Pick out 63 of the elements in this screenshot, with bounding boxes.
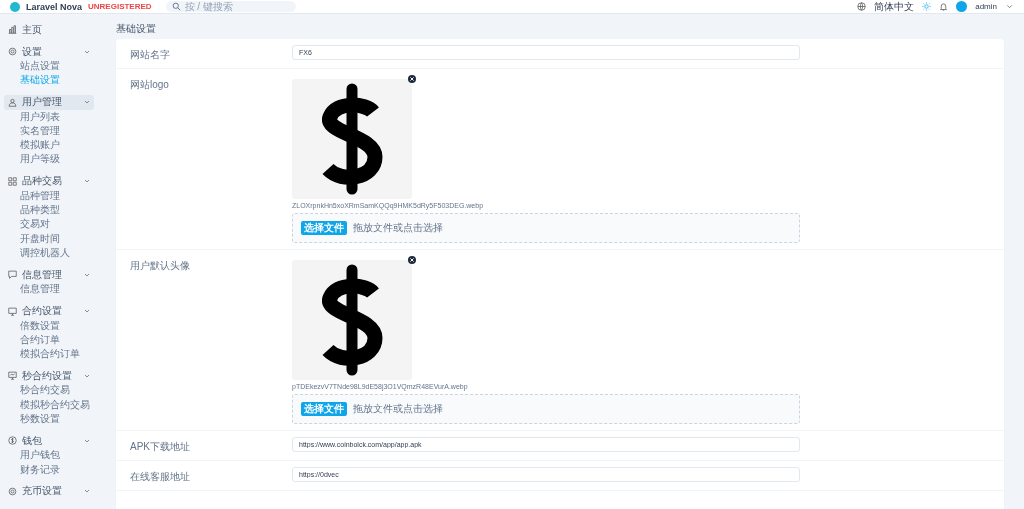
sidebar-group[interactable]: 钱包 xyxy=(4,433,94,449)
sidebar-item[interactable]: 模拟合约订单 xyxy=(0,347,100,362)
settings-icon xyxy=(8,47,17,56)
brand-name: Laravel Nova xyxy=(26,1,83,12)
field-label: 用户默认头像 xyxy=(129,259,191,273)
sidebar-group[interactable]: 充币设置 xyxy=(4,483,94,499)
remove-icon[interactable] xyxy=(408,75,416,83)
sidebar-item[interactable]: 合约订单 xyxy=(0,332,100,348)
sidebar-item[interactable]: 用户列表 xyxy=(0,109,100,124)
sidebar-item[interactable]: 用户等级 xyxy=(0,152,100,167)
monitor-icon xyxy=(8,306,17,316)
sidebar-group[interactable]: 设置 xyxy=(4,44,94,59)
user-icon xyxy=(8,97,17,107)
field-label: 在线客服地址 xyxy=(129,470,191,484)
dropzone-hint: 拖放文件或点击选择 xyxy=(353,402,443,416)
language-name: 简体中文 xyxy=(874,1,915,12)
field-label: APK下载地址 xyxy=(129,440,191,454)
sidebar-item[interactable]: 实名管理 xyxy=(0,123,100,139)
file-dropzone[interactable]: 选择文件 拖放文件或点击选择 xyxy=(292,213,800,243)
settings-icon xyxy=(8,486,17,496)
file-dropzone[interactable]: 选择文件 拖放文件或点击选择 xyxy=(292,394,800,424)
sidebar-item[interactable]: 模拟账户 xyxy=(0,138,100,153)
search-icon xyxy=(171,2,181,11)
sidebar-item[interactable]: 用户钱包 xyxy=(0,448,100,463)
sidebar-item[interactable]: 倍数设置 xyxy=(0,318,100,333)
sidebar-item[interactable]: 站点设置 xyxy=(0,59,100,74)
sidebar-item[interactable]: 交易对 xyxy=(0,217,100,232)
grid-icon xyxy=(8,176,17,186)
unregistered-label: UNREGISTERED xyxy=(88,2,152,11)
sidebar-item[interactable]: 基础设置 xyxy=(0,73,100,88)
search-field[interactable]: 按 / 键搜索 xyxy=(165,1,296,12)
field-label: 网站名字 xyxy=(129,48,171,62)
field-label: 网站logo xyxy=(129,78,170,92)
sidebar-group[interactable]: 品种交易 xyxy=(4,173,94,189)
sidebar-item[interactable]: 财务记录 xyxy=(0,462,100,477)
page-title: 基础设置 xyxy=(116,22,157,36)
sidebar-item[interactable]: 秒合约交易 xyxy=(0,383,100,398)
sidebar-group[interactable]: 合约设置 xyxy=(4,303,94,319)
sidebar-item[interactable]: 调控机器人 xyxy=(0,245,100,261)
choose-file-button[interactable]: 选择文件 xyxy=(301,221,347,235)
sidebar-group[interactable]: 主页 xyxy=(4,22,94,37)
sidebar-item[interactable]: 开盘时间 xyxy=(0,231,100,246)
user-avatar[interactable] xyxy=(956,1,968,12)
caret-icon xyxy=(1005,2,1014,11)
choose-file-button[interactable]: 选择文件 xyxy=(301,402,347,416)
sidebar-item[interactable]: 品种类型 xyxy=(0,203,100,218)
logo-icon xyxy=(10,1,20,12)
chat-icon xyxy=(8,270,17,280)
sidebar-item[interactable]: 模拟秒合约交易 xyxy=(0,397,100,413)
sidebar-item[interactable]: 信息管理 xyxy=(0,282,100,297)
dollar-icon xyxy=(8,436,17,446)
user-menu[interactable]: admin xyxy=(975,2,997,11)
monitor-icon xyxy=(8,371,17,381)
chart-icon xyxy=(8,25,17,34)
globe-icon xyxy=(857,2,867,11)
sidebar-item[interactable]: 秒数设置 xyxy=(0,412,100,427)
remove-icon[interactable] xyxy=(408,256,416,264)
sidebar-group[interactable]: 秒合约设置 xyxy=(4,368,94,384)
dropzone-hint: 拖放文件或点击选择 xyxy=(353,221,443,235)
sidebar-group[interactable]: 用户管理 xyxy=(4,94,94,110)
sidebar-item[interactable]: 品种管理 xyxy=(0,188,100,204)
sidebar-group[interactable]: 信息管理 xyxy=(4,267,94,283)
bell-icon xyxy=(939,2,949,11)
